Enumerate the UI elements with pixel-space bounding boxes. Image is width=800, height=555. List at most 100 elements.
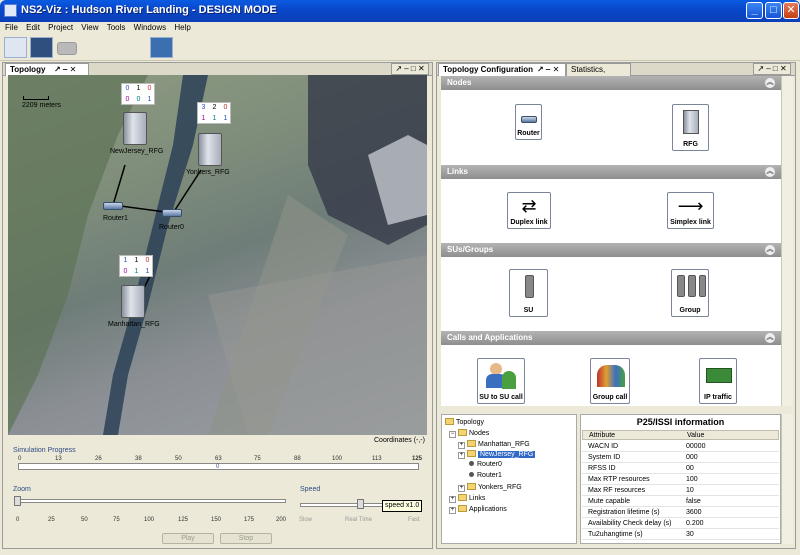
play-button[interactable]: Play: [162, 533, 214, 544]
tree-item-router1[interactable]: Router1: [469, 472, 502, 479]
section-calls-header[interactable]: Calls and Applications ︽: [441, 331, 781, 345]
expand-toggle-icon[interactable]: +: [458, 452, 465, 459]
tree-applications-folder[interactable]: + Applications: [449, 505, 507, 514]
p25-info-table: P25/ISSI information Attribute Value WAC…: [580, 414, 781, 544]
tree-item-yonkers[interactable]: + Yonkers_RFG: [458, 483, 522, 492]
duplex-link-button[interactable]: ⇄ Duplex link: [507, 192, 551, 229]
sim-tick: 38: [135, 456, 142, 462]
info-value[interactable]: false: [686, 497, 701, 507]
zoom-slider-track[interactable]: [14, 499, 286, 503]
newjersey-counter: 0 1 0 0 0 1: [121, 83, 155, 105]
newjersey-rfg-icon[interactable]: [123, 112, 147, 145]
tree-item-router0[interactable]: Router0: [469, 461, 502, 468]
tree-links-folder[interactable]: + Links: [449, 494, 485, 503]
rfg-button[interactable]: RFG: [672, 104, 709, 151]
info-scrollbar[interactable]: [781, 414, 793, 544]
simulation-mode-icon[interactable]: [30, 37, 53, 58]
maximize-button[interactable]: □: [765, 2, 782, 19]
simplex-link-label: Simplex link: [670, 219, 711, 226]
leaf-node-icon: [469, 472, 474, 477]
table-row[interactable]: Tu2uhangtime (s) 30: [582, 530, 779, 540]
stop-button[interactable]: Stop: [220, 533, 272, 544]
expand-toggle-icon[interactable]: +: [458, 485, 465, 492]
info-value[interactable]: 10: [686, 486, 694, 496]
info-value[interactable]: 100: [686, 475, 698, 485]
table-row[interactable]: Registration lifetime (s) 3600: [582, 508, 779, 518]
config-window-controls[interactable]: ↗ ‒ □ ✕: [753, 63, 791, 75]
tree-root[interactable]: Topology: [445, 418, 484, 426]
close-button[interactable]: ✕: [783, 2, 799, 19]
palette-scrollbar[interactable]: [781, 76, 793, 406]
expand-toggle-icon[interactable]: +: [449, 496, 456, 503]
tree-nodes-folder[interactable]: − Nodes: [449, 429, 489, 438]
menu-help[interactable]: Help: [174, 22, 190, 33]
expand-toggle-icon[interactable]: +: [449, 507, 456, 514]
router1-label: Router1: [103, 215, 128, 222]
speed-slider-thumb[interactable]: [357, 499, 364, 509]
menu-windows[interactable]: Windows: [134, 22, 166, 33]
table-row[interactable]: WACN ID 00000: [582, 442, 779, 452]
collapse-toggle-icon[interactable]: −: [449, 431, 456, 438]
panel-window-controls[interactable]: ↗ ‒ □ ✕: [391, 63, 429, 75]
zoom-slider-thumb[interactable]: [14, 496, 21, 506]
su-to-su-call-button[interactable]: SU to SU call: [477, 358, 525, 404]
tab-statistics-media[interactable]: Statistics, Media: [566, 63, 631, 86]
table-row[interactable]: Max RF resources 10: [582, 486, 779, 496]
su-button[interactable]: SU: [509, 269, 548, 317]
tab-topology-configuration[interactable]: Topology Configuration ↗ ‒ ✕: [438, 63, 566, 76]
ip-traffic-button[interactable]: IP traffic: [699, 358, 737, 404]
info-value[interactable]: 00: [686, 464, 694, 474]
sim-tick: 13: [55, 456, 62, 462]
minimize-button[interactable]: _: [746, 2, 763, 19]
tab-controls[interactable]: ↗ ‒ ✕: [537, 64, 559, 76]
table-row[interactable]: Mute capable false: [582, 497, 779, 507]
duplex-link-label: Duplex link: [510, 219, 548, 226]
info-value[interactable]: 0.200: [686, 519, 704, 529]
table-row[interactable]: System ID 000: [582, 453, 779, 463]
su-to-su-call-label: SU to SU call: [479, 394, 523, 401]
counter-cell: 1: [201, 115, 206, 122]
section-nodes-header[interactable]: Nodes ︽: [441, 76, 781, 90]
scale-label: 2209 meters: [22, 102, 61, 109]
tree-item-newjersey[interactable]: + NewJersey_RFG: [458, 450, 536, 459]
collapse-chevron-icon[interactable]: ︽: [765, 167, 775, 177]
info-value[interactable]: 000: [686, 453, 698, 463]
info-value[interactable]: 00000: [686, 442, 705, 452]
collapse-chevron-icon[interactable]: ︽: [765, 245, 775, 255]
menu-tools[interactable]: Tools: [107, 22, 126, 33]
tools-icon[interactable]: [150, 37, 173, 58]
menu-view[interactable]: View: [81, 22, 98, 33]
group-call-button[interactable]: Group call: [590, 358, 630, 404]
zoom-tick: 25: [48, 517, 55, 523]
router0-icon[interactable]: [162, 209, 182, 217]
section-nodes-title: Nodes: [447, 78, 472, 87]
collapse-chevron-icon[interactable]: ︽: [765, 333, 775, 343]
expand-toggle-icon[interactable]: +: [458, 442, 465, 449]
router1-icon[interactable]: [103, 202, 123, 210]
section-groups-header[interactable]: SUs/Groups ︽: [441, 243, 781, 257]
table-row[interactable]: RFSS ID 00: [582, 464, 779, 474]
tree-item-manhattan[interactable]: + Manhattan_RFG: [458, 440, 530, 449]
design-mode-icon[interactable]: [4, 37, 27, 58]
tree-item-label-selected: NewJersey_RFG: [478, 451, 536, 458]
collapse-chevron-icon[interactable]: ︽: [765, 78, 775, 88]
menu-project[interactable]: Project: [48, 22, 73, 33]
info-value[interactable]: 3600: [686, 508, 702, 518]
radio-handset-icon: [699, 275, 706, 297]
rfg-button-label: RFG: [683, 141, 698, 148]
window-title: NS2-Viz : Hudson River Landing - DESIGN …: [21, 4, 277, 16]
manhattan-rfg-icon[interactable]: [121, 285, 145, 318]
info-header-value: Value: [687, 432, 705, 439]
menu-file[interactable]: File: [5, 22, 18, 33]
yonkers-rfg-icon[interactable]: [198, 133, 222, 166]
group-button[interactable]: Group: [671, 269, 709, 317]
section-links-header[interactable]: Links ︽: [441, 165, 781, 179]
table-row[interactable]: Max RTP resources 100: [582, 475, 779, 485]
router-button[interactable]: Router: [515, 104, 542, 140]
table-row[interactable]: Availability Check delay (s) 0.200: [582, 519, 779, 529]
topology-map[interactable]: 2209 meters 0 1 0 0 0 1 NewJersey_RFG 3 …: [8, 75, 427, 435]
info-value[interactable]: 30: [686, 530, 694, 540]
menu-edit[interactable]: Edit: [26, 22, 40, 33]
speed-label: Speed: [300, 486, 321, 493]
simplex-link-button[interactable]: ⟶ Simplex link: [667, 192, 714, 229]
